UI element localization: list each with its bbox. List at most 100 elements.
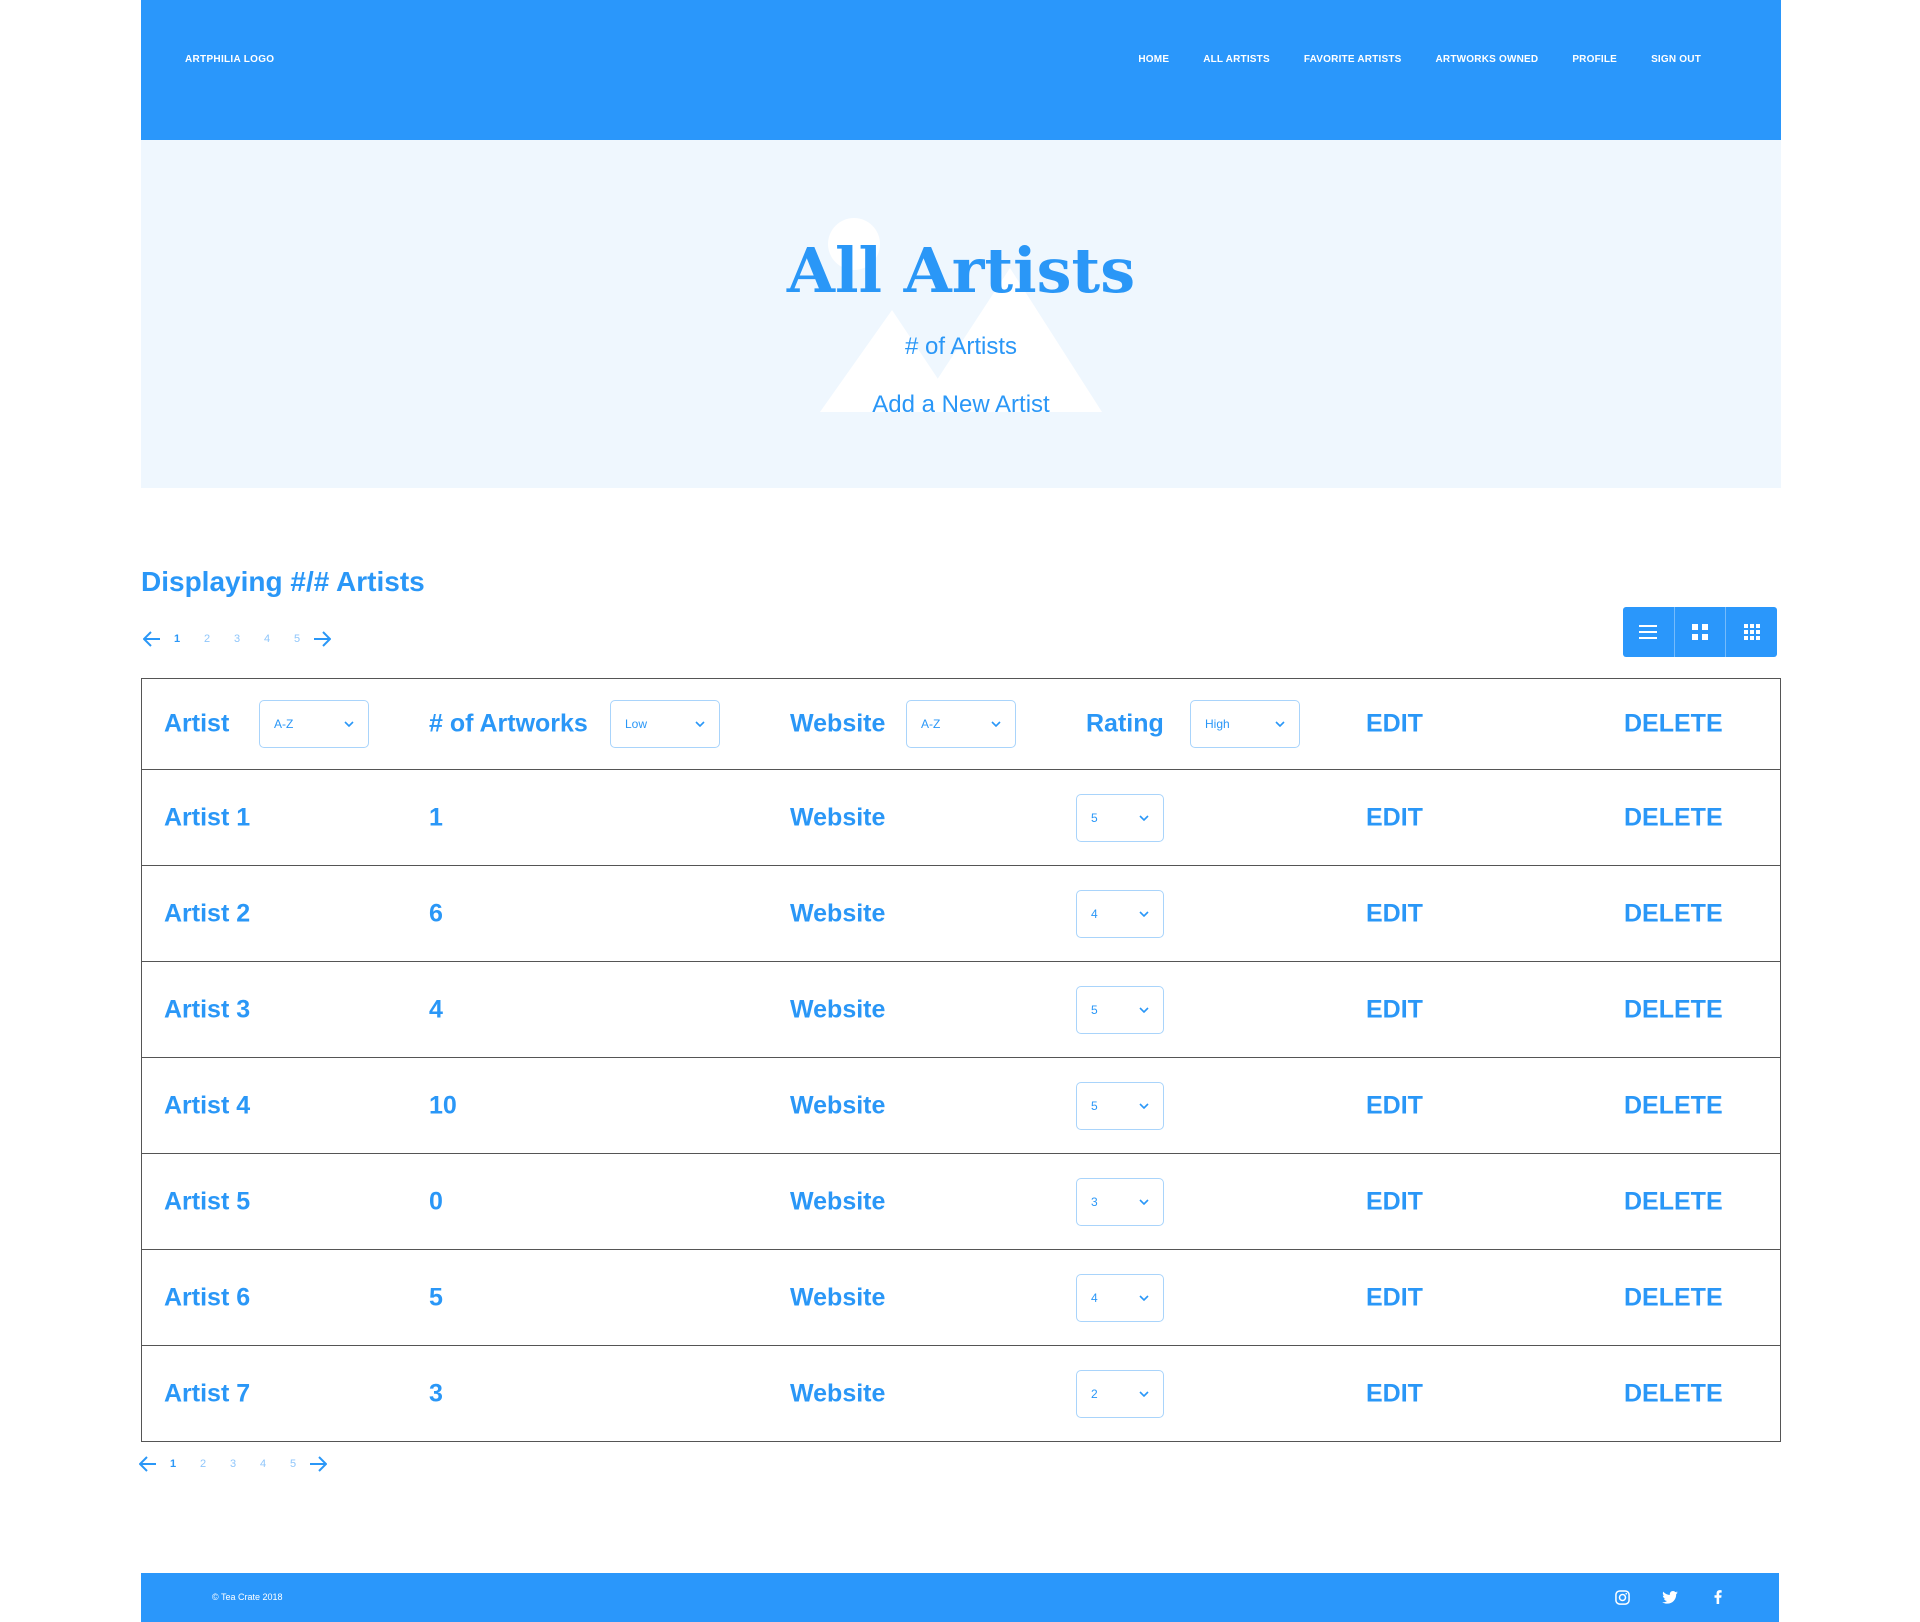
edit-button[interactable]: EDIT [1366, 1379, 1423, 1408]
delete-button[interactable]: DELETE [1624, 1379, 1723, 1408]
arrow-left-icon[interactable] [138, 1454, 158, 1474]
nav-all-artists[interactable]: ALL ARTISTS [1203, 54, 1270, 65]
delete-button[interactable]: DELETE [1624, 803, 1723, 832]
header-delete: DELETE [1624, 709, 1723, 738]
chevron-down-icon [1139, 1197, 1149, 1207]
header-artist: Artist [164, 709, 230, 738]
instagram-icon[interactable] [1613, 1588, 1631, 1606]
delete-button[interactable]: DELETE [1624, 1283, 1723, 1312]
page-link-3[interactable]: 3 [222, 633, 252, 645]
website-link[interactable]: Website [790, 995, 885, 1024]
add-new-artist-link[interactable]: Add a New Artist [141, 391, 1781, 419]
social-links [1613, 1588, 1727, 1606]
pagination-top: 1 2 3 4 5 [142, 627, 332, 651]
page-title: All Artists [786, 234, 1136, 307]
delete-button[interactable]: DELETE [1624, 995, 1723, 1024]
website-link[interactable]: Website [790, 803, 885, 832]
list-view-icon [1639, 625, 1658, 639]
website-sort-select[interactable]: A-Z [906, 700, 1016, 748]
chevron-down-icon [1139, 1101, 1149, 1111]
chevron-down-icon [1139, 813, 1149, 823]
artist-name-link[interactable]: Artist 1 [164, 803, 250, 832]
rating-value: 4 [1091, 906, 1098, 921]
page-link-2[interactable]: 2 [192, 633, 222, 645]
delete-button[interactable]: DELETE [1624, 899, 1723, 928]
page-link-5[interactable]: 5 [282, 633, 312, 645]
delete-button[interactable]: DELETE [1624, 1091, 1723, 1120]
page-link-3[interactable]: 3 [218, 1458, 248, 1470]
page-link-1[interactable]: 1 [158, 1458, 188, 1470]
rating-select[interactable]: 5 [1076, 985, 1164, 1034]
page-link-4[interactable]: 4 [248, 1458, 278, 1470]
website-link[interactable]: Website [790, 899, 885, 928]
nav-profile[interactable]: PROFILE [1572, 54, 1617, 65]
list-view-button[interactable] [1623, 607, 1675, 657]
website-sort-value: A-Z [921, 717, 941, 731]
edit-button[interactable]: EDIT [1366, 1187, 1423, 1216]
copyright-text: © Tea Crate 2018 [212, 1592, 283, 1602]
chevron-down-icon [344, 719, 354, 729]
rating-select[interactable]: 4 [1076, 889, 1164, 938]
chevron-down-icon [1139, 1005, 1149, 1015]
artist-name-link[interactable]: Artist 7 [164, 1379, 250, 1408]
edit-button[interactable]: EDIT [1366, 1091, 1423, 1120]
grid-view-button[interactable] [1675, 607, 1727, 657]
display-count-heading: Displaying #/# Artists [141, 566, 425, 597]
artist-name-link[interactable]: Artist 4 [164, 1091, 250, 1120]
artwork-count-sort-select[interactable]: Low [610, 700, 720, 748]
artist-name-link[interactable]: Artist 2 [164, 899, 250, 928]
artist-sort-value: A-Z [274, 717, 294, 731]
page-link-2[interactable]: 2 [188, 1458, 218, 1470]
page-link-1[interactable]: 1 [162, 633, 192, 645]
chevron-down-icon [1139, 1293, 1149, 1303]
page-link-4[interactable]: 4 [252, 633, 282, 645]
rating-select[interactable]: 4 [1076, 1273, 1164, 1322]
artwork-count: 3 [429, 1379, 443, 1407]
artist-name-link[interactable]: Artist 6 [164, 1283, 250, 1312]
artist-sort-select[interactable]: A-Z [259, 700, 369, 748]
rating-select[interactable]: 5 [1076, 1081, 1164, 1130]
compact-grid-view-button[interactable] [1726, 607, 1777, 657]
artist-name-link[interactable]: Artist 5 [164, 1187, 250, 1216]
nav-home[interactable]: HOME [1138, 54, 1169, 65]
nav-sign-out[interactable]: SIGN OUT [1651, 54, 1701, 65]
nav-artworks-owned[interactable]: ARTWORKS OWNED [1436, 54, 1539, 65]
page-link-5[interactable]: 5 [278, 1458, 308, 1470]
rating-select[interactable]: 5 [1076, 793, 1164, 842]
chevron-down-icon [1139, 909, 1149, 919]
table-row: Artist 7 3 Website 2 EDIT DELETE [142, 1345, 1780, 1441]
compact-grid-view-icon [1743, 624, 1760, 640]
rating-select[interactable]: 3 [1076, 1177, 1164, 1226]
site-logo[interactable]: ARTPHILIA LOGO [185, 54, 274, 65]
twitter-icon[interactable] [1661, 1588, 1679, 1606]
header-rating: Rating [1086, 709, 1164, 738]
rating-select[interactable]: 2 [1076, 1369, 1164, 1418]
website-link[interactable]: Website [790, 1091, 885, 1120]
arrow-left-icon[interactable] [142, 629, 162, 649]
rating-sort-select[interactable]: High [1190, 700, 1300, 748]
table-row: Artist 2 6 Website 4 EDIT DELETE [142, 865, 1780, 961]
artist-count: # of Artists [904, 333, 1018, 360]
facebook-icon[interactable] [1709, 1588, 1727, 1606]
top-navbar: ARTPHILIA LOGO HOME ALL ARTISTS FAVORITE… [141, 0, 1781, 140]
rating-value: 4 [1091, 1290, 1098, 1305]
rating-value: 3 [1091, 1194, 1098, 1209]
edit-button[interactable]: EDIT [1366, 995, 1423, 1024]
artist-name-link[interactable]: Artist 3 [164, 995, 250, 1024]
website-link[interactable]: Website [790, 1283, 885, 1312]
rating-value: 5 [1091, 1098, 1098, 1113]
delete-button[interactable]: DELETE [1624, 1187, 1723, 1216]
table-row: Artist 1 1 Website 5 EDIT DELETE [142, 769, 1780, 865]
hero-banner: All Artists # of Artists Add a New Artis… [141, 140, 1781, 488]
arrow-right-icon[interactable] [312, 629, 332, 649]
website-link[interactable]: Website [790, 1187, 885, 1216]
artwork-count: 5 [429, 1283, 443, 1311]
edit-button[interactable]: EDIT [1366, 803, 1423, 832]
edit-button[interactable]: EDIT [1366, 899, 1423, 928]
main-nav: HOME ALL ARTISTS FAVORITE ARTISTS ARTWOR… [1104, 54, 1701, 65]
arrow-right-icon[interactable] [308, 1454, 328, 1474]
edit-button[interactable]: EDIT [1366, 1283, 1423, 1312]
table-row: Artist 4 10 Website 5 EDIT DELETE [142, 1057, 1780, 1153]
nav-favorite-artists[interactable]: FAVORITE ARTISTS [1304, 54, 1402, 65]
website-link[interactable]: Website [790, 1379, 885, 1408]
